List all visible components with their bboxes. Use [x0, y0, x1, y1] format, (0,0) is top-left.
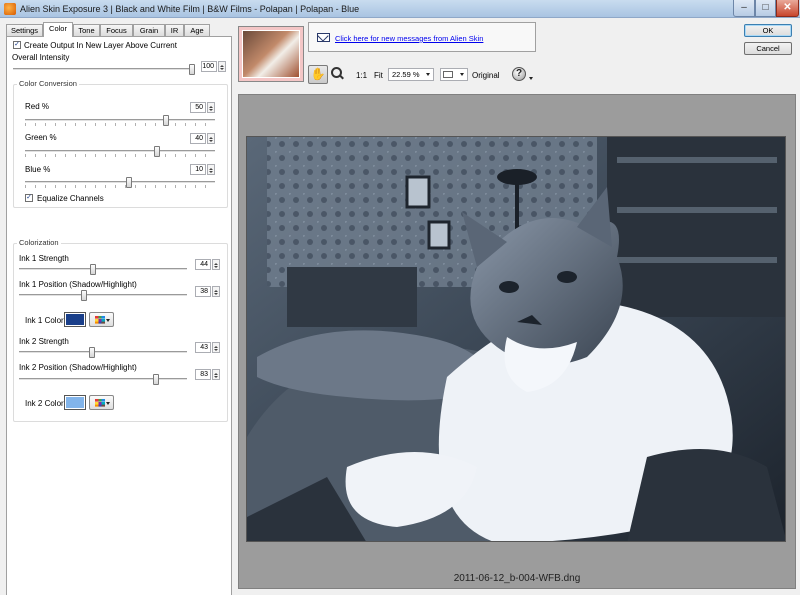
create-output-checkbox[interactable]: ✓ — [13, 41, 21, 49]
ink1-position-track[interactable] — [19, 294, 187, 297]
equalize-channels-checkbox[interactable]: ✓ — [25, 194, 33, 202]
ink1-strength-label: Ink 1 Strength — [19, 254, 69, 263]
red-label: Red % — [25, 102, 50, 111]
window-title: Alien Skin Exposure 3 | Black and White … — [20, 4, 360, 14]
ink1-color-label: Ink 1 Color: — [25, 316, 66, 325]
overall-intensity-label: Overall Intensity — [12, 53, 70, 62]
ink2-position-field[interactable]: 83 — [195, 369, 211, 380]
hand-icon: ✋ — [310, 67, 326, 81]
blue-label: Blue % — [25, 165, 51, 174]
message-box: Click here for new messages from Alien S… — [308, 22, 536, 52]
colorization-title: Colorization — [17, 238, 61, 247]
ink1-palette-button[interactable] — [89, 312, 114, 327]
overall-intensity-field[interactable]: 100 — [201, 61, 217, 72]
equalize-channels-label: Equalize Channels — [37, 194, 104, 203]
overall-intensity-track[interactable] — [13, 68, 195, 71]
ink2-color-label: Ink 2 Color: — [25, 399, 66, 408]
red-slider[interactable] — [163, 115, 169, 126]
tab-age[interactable]: Age — [184, 24, 210, 36]
green-track[interactable] — [25, 150, 215, 153]
ink2-strength-slider[interactable] — [88, 347, 95, 358]
original-button[interactable]: Original — [472, 71, 500, 80]
help-button[interactable]: ? — [512, 67, 533, 81]
ink2-position-label: Ink 2 Position (Shadow/Highlight) — [19, 363, 137, 372]
envelope-icon — [317, 33, 330, 42]
ink2-strength-spinner[interactable] — [212, 342, 220, 353]
tab-focus[interactable]: Focus — [100, 24, 133, 36]
preview-photo[interactable] — [246, 136, 786, 542]
zoom-value: 22.59 % — [392, 70, 420, 79]
cat-photo-image — [247, 137, 785, 541]
green-spinner[interactable] — [207, 133, 215, 144]
ink1-strength-spinner[interactable] — [212, 259, 220, 270]
red-field[interactable]: 50 — [190, 102, 206, 113]
tab-grain[interactable]: Grain — [133, 24, 165, 36]
ink2-strength-track[interactable] — [19, 351, 187, 354]
green-label: Green % — [25, 133, 57, 142]
red-track[interactable] — [25, 119, 215, 122]
zoom-tool-icon[interactable] — [331, 67, 343, 79]
create-output-label: Create Output In New Layer Above Current — [24, 41, 177, 50]
help-icon: ? — [515, 68, 523, 79]
checkmark-icon: ✓ — [26, 194, 32, 201]
ink2-position-spinner[interactable] — [212, 369, 220, 380]
blue-spinner[interactable] — [207, 164, 215, 175]
hand-tool-button[interactable]: ✋ — [308, 65, 328, 84]
background-color-dropdown[interactable] — [440, 68, 468, 81]
palette-icon — [95, 399, 105, 407]
ink2-strength-label: Ink 2 Strength — [19, 337, 69, 346]
close-button[interactable]: ✕ — [776, 0, 799, 17]
ink1-strength-slider[interactable] — [90, 264, 97, 275]
checkmark-icon: ✓ — [14, 41, 20, 48]
blue-slider[interactable] — [126, 177, 133, 188]
tab-ir[interactable]: IR — [165, 24, 184, 36]
red-spinner[interactable] — [207, 102, 215, 113]
overall-intensity-spinner[interactable] — [218, 61, 226, 72]
messages-link[interactable]: Click here for new messages from Alien S… — [335, 34, 483, 43]
blue-ticks — [25, 185, 215, 188]
ink1-strength-field[interactable]: 44 — [195, 259, 211, 270]
preset-thumbnail[interactable] — [238, 26, 304, 82]
cancel-button[interactable]: Cancel — [744, 42, 792, 55]
green-ticks — [25, 154, 215, 157]
tab-color[interactable]: Color — [43, 22, 73, 37]
green-slider[interactable] — [153, 146, 160, 157]
ink1-position-field[interactable]: 38 — [195, 286, 211, 297]
color-settings-panel: ✓ Create Output In New Layer Above Curre… — [6, 36, 232, 595]
tab-settings[interactable]: Settings — [6, 24, 43, 36]
preview-filename: 2011-06-12_b-004-WFB.dng — [453, 573, 581, 584]
ink1-color-swatch[interactable] — [64, 312, 86, 327]
app-icon — [4, 3, 16, 15]
zoom-fit-button[interactable]: Fit — [374, 71, 383, 80]
ink1-position-spinner[interactable] — [212, 286, 220, 297]
ink2-position-track[interactable] — [19, 378, 187, 381]
ink1-strength-track[interactable] — [19, 268, 187, 271]
blue-track[interactable] — [25, 181, 215, 184]
ok-button[interactable]: OK — [744, 24, 792, 37]
thumbnail-image — [242, 30, 300, 78]
ink2-position-slider[interactable] — [153, 374, 160, 385]
ink2-palette-button[interactable] — [89, 395, 114, 410]
zoom-dropdown[interactable]: 22.59 % — [388, 68, 434, 81]
palette-icon — [95, 316, 105, 324]
green-field[interactable]: 40 — [190, 133, 206, 144]
zoom-1-1-button[interactable]: 1:1 — [356, 71, 367, 80]
overall-intensity-slider[interactable] — [189, 64, 195, 75]
client-area: Settings Color Tone Focus Grain IR Age ✓… — [0, 18, 800, 595]
maximize-button[interactable]: □ — [755, 0, 776, 17]
settings-tabs: Settings Color Tone Focus Grain IR Age — [6, 22, 232, 37]
title-bar: Alien Skin Exposure 3 | Black and White … — [0, 0, 800, 18]
ink1-position-slider[interactable] — [80, 290, 87, 301]
preview-canvas[interactable]: 2011-06-12_b-004-WFB.dng — [238, 94, 796, 589]
ink2-color-swatch[interactable] — [64, 395, 86, 410]
background-swatch — [443, 71, 453, 78]
tab-tone[interactable]: Tone — [73, 24, 100, 36]
color-conversion-title: Color Conversion — [17, 79, 79, 88]
blue-field[interactable]: 10 — [190, 164, 206, 175]
ink1-position-label: Ink 1 Position (Shadow/Highlight) — [19, 280, 137, 289]
preview-toolbar: ✋ 1:1 Fit 22.59 % Original ? — [306, 64, 536, 86]
red-ticks — [25, 123, 215, 126]
ink2-strength-field[interactable]: 43 — [195, 342, 211, 353]
minimize-button[interactable]: ‒ — [733, 0, 755, 17]
